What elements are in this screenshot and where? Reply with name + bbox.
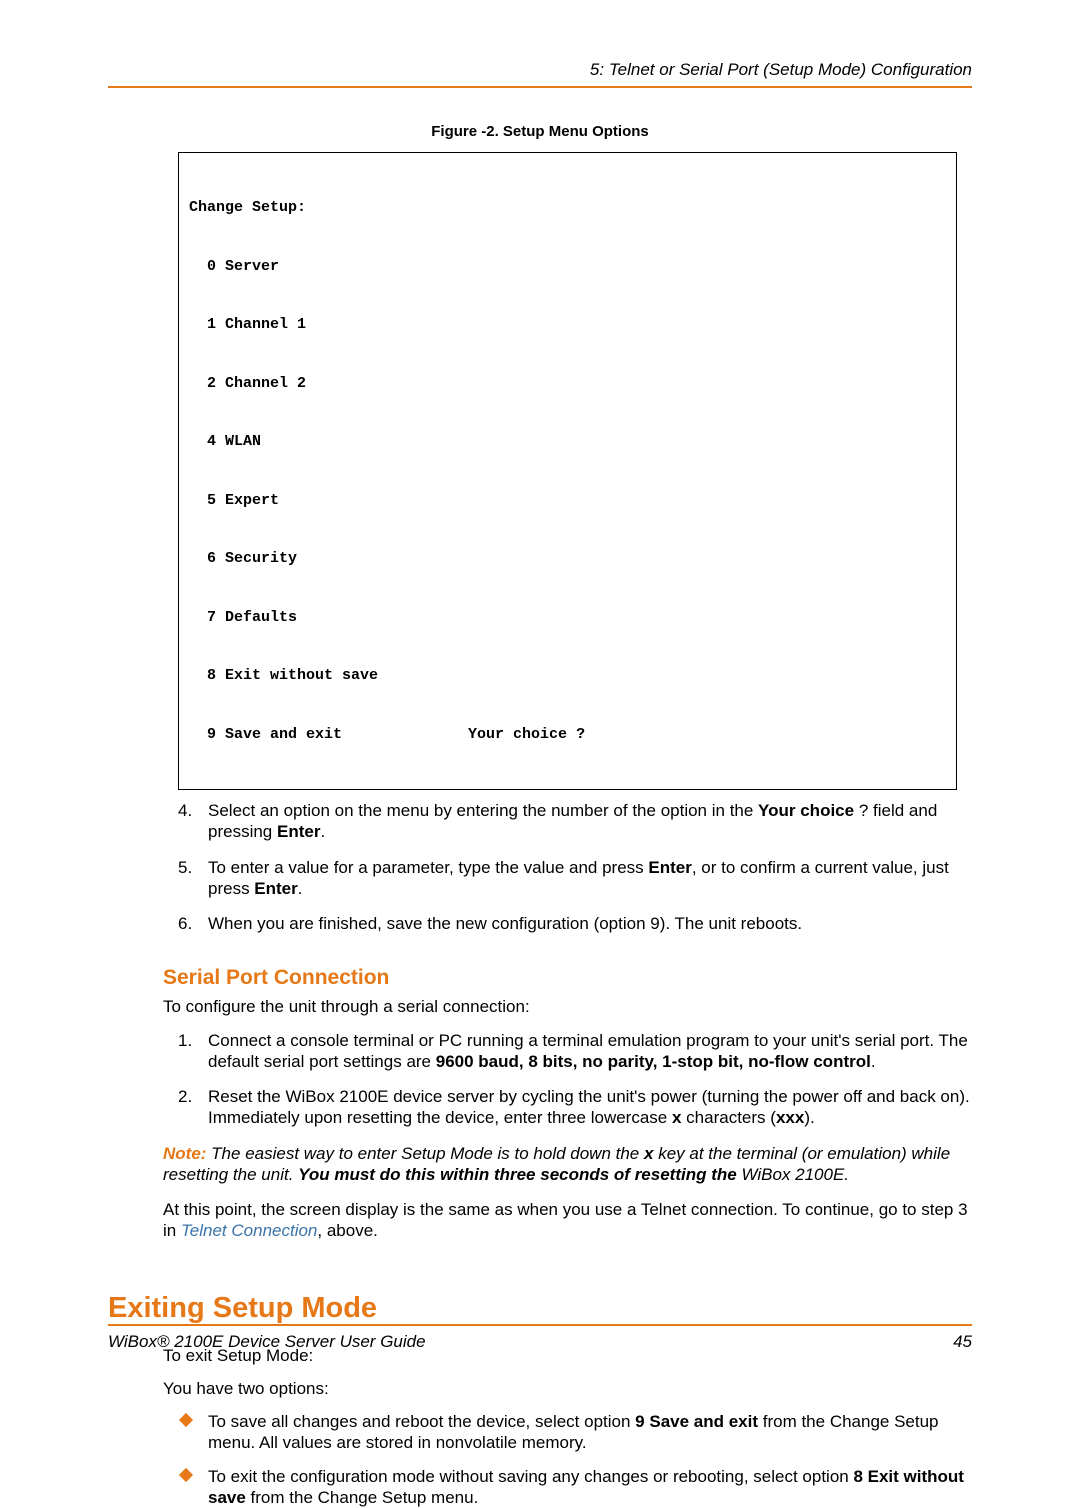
list-item: 2. Reset the WiBox 2100E device server b… <box>178 1086 972 1129</box>
step-text: ). <box>804 1108 814 1127</box>
serial-intro: To configure the unit through a serial c… <box>163 996 972 1017</box>
code-line: 7 Defaults <box>189 608 946 628</box>
header-divider <box>108 86 972 88</box>
page-number: 45 <box>953 1332 972 1352</box>
bold-text: xxx <box>776 1108 804 1127</box>
steps-list-a: 4. Select an option on the menu by enter… <box>178 800 972 934</box>
page: 5: Telnet or Serial Port (Setup Mode) Co… <box>0 0 1080 1397</box>
step-number: 1. <box>178 1030 192 1051</box>
step-number: 6. <box>178 913 192 934</box>
footer-divider <box>108 1324 972 1326</box>
code-line: 2 Channel 2 <box>189 374 946 394</box>
code-line: 6 Security <box>189 549 946 569</box>
bold-text: Your choice <box>758 801 854 820</box>
serial-steps-list: 1. Connect a console terminal or PC runn… <box>178 1030 972 1129</box>
figure-caption: Figure -2. Setup Menu Options <box>108 123 972 140</box>
step-text: . <box>871 1052 876 1071</box>
bold-text: You must do this within three seconds of… <box>298 1165 741 1184</box>
code-line: 0 Server <box>189 257 946 277</box>
step-text: Select an option on the menu by entering… <box>208 801 758 820</box>
bullet-text: from the Change Setup menu. <box>246 1488 478 1507</box>
diamond-icon <box>180 1414 192 1426</box>
serial-port-heading: Serial Port Connection <box>163 966 972 990</box>
serial-after: At this point, the screen display is the… <box>163 1199 972 1242</box>
list-item: 4. Select an option on the menu by enter… <box>178 800 972 843</box>
bullet-text: To save all changes and reboot the devic… <box>208 1412 635 1431</box>
code-line: 8 Exit without save <box>189 666 946 686</box>
note-text: The easiest way to enter Setup Mode is t… <box>206 1144 644 1163</box>
step-text: When you are finished, save the new conf… <box>208 914 802 933</box>
setup-menu-box: Change Setup: 0 Server 1 Channel 1 2 Cha… <box>178 152 957 790</box>
exiting-p2: You have two options: <box>163 1378 972 1399</box>
step-text: . <box>298 879 303 898</box>
code-line: 9 Save and exit Your choice ? <box>189 725 946 745</box>
bold-text: Enter <box>648 858 691 877</box>
step-text: characters ( <box>681 1108 775 1127</box>
bold-text: Enter <box>277 822 320 841</box>
step-text: Reset the WiBox 2100E device server by c… <box>208 1087 970 1127</box>
bullet-text: To exit the configuration mode without s… <box>208 1467 853 1486</box>
note-text: WiBox 2100E. <box>741 1165 849 1184</box>
list-item: To save all changes and reboot the devic… <box>180 1411 972 1454</box>
exiting-setup-heading: Exiting Setup Mode <box>108 1292 972 1325</box>
diamond-icon <box>180 1469 192 1481</box>
step-text: To enter a value for a parameter, type t… <box>208 858 648 877</box>
step-number: 5. <box>178 857 192 878</box>
footer-row: WiBox® 2100E Device Server User Guide 45 <box>108 1332 972 1352</box>
list-item: To exit the configuration mode without s… <box>180 1466 972 1508</box>
note-label: Note: <box>163 1144 206 1163</box>
step-text: . <box>320 822 325 841</box>
after-text: , above. <box>317 1221 378 1240</box>
step-number: 2. <box>178 1086 192 1107</box>
code-line: Change Setup: <box>189 198 946 218</box>
bold-text: Enter <box>254 879 297 898</box>
telnet-connection-link[interactable]: Telnet Connection <box>181 1221 317 1240</box>
bold-text: 9 Save and exit <box>635 1412 758 1431</box>
exiting-bullets: To save all changes and reboot the devic… <box>180 1411 972 1508</box>
code-line: 5 Expert <box>189 491 946 511</box>
footer: WiBox® 2100E Device Server User Guide 45 <box>108 1324 972 1352</box>
list-item: 5. To enter a value for a parameter, typ… <box>178 857 972 900</box>
header-chapter: 5: Telnet or Serial Port (Setup Mode) Co… <box>108 60 972 80</box>
note-block: Note: The easiest way to enter Setup Mod… <box>163 1143 972 1186</box>
list-item: 1. Connect a console terminal or PC runn… <box>178 1030 972 1073</box>
code-line: 1 Channel 1 <box>189 315 946 335</box>
step-number: 4. <box>178 800 192 821</box>
bold-text: 9600 baud, 8 bits, no parity, 1-stop bit… <box>436 1052 871 1071</box>
list-item: 6. When you are finished, save the new c… <box>178 913 972 934</box>
footer-title: WiBox® 2100E Device Server User Guide <box>108 1332 426 1352</box>
code-line: 4 WLAN <box>189 432 946 452</box>
